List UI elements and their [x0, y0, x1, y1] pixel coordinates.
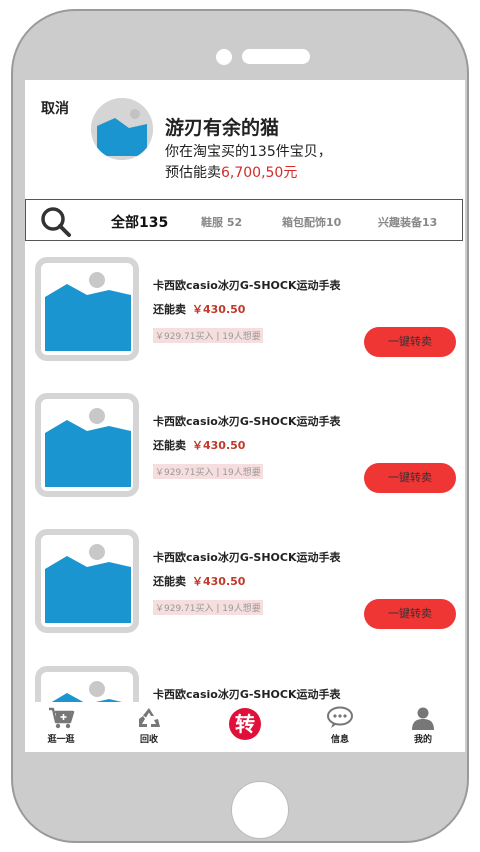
tab-all[interactable]: 全部135 [111, 212, 168, 232]
product-title: 卡西欧casio冰刃G-SHOCK运动手表 [153, 279, 341, 292]
resell-button[interactable]: 一键转卖 [364, 327, 456, 357]
product-title: 卡西欧casio冰刃G-SHOCK运动手表 [153, 551, 341, 564]
product-thumbnail [35, 257, 139, 361]
list-item: 卡西欧casio冰刃G-SHOCK运动手表 还能卖 ￥430.50 ￥929.71… [25, 257, 465, 367]
nav-item-recycle[interactable]: 回收 [119, 706, 179, 745]
image-placeholder-icon [41, 399, 133, 491]
list-item: 卡西欧casio冰刃G-SHOCK运动手表 还能卖 ￥430.50 ￥929.71… [25, 529, 465, 639]
price-value: ￥430.50 [192, 575, 246, 588]
image-placeholder-icon [41, 263, 133, 355]
tab-shoes-clothes[interactable]: 鞋服 52 [201, 214, 242, 230]
purchase-meta: ￥929.71买入 | 19人想要 [153, 464, 263, 479]
estimate-line: 预估能卖6,700,50元 [165, 162, 297, 182]
price-value: ￥430.50 [192, 439, 246, 452]
price-label: 还能卖 [153, 303, 186, 316]
resale-price: 还能卖 ￥430.50 [153, 573, 245, 589]
nav-label: 回收 [139, 735, 158, 745]
nav-item-messages[interactable]: 信息 [310, 706, 370, 745]
tab-bags-accessories[interactable]: 箱包配饰10 [282, 214, 341, 230]
cancel-button[interactable]: 取消 [41, 98, 69, 118]
nav-item-browse[interactable]: 逛一逛 [31, 706, 91, 745]
resell-button[interactable]: 一键转卖 [364, 599, 456, 629]
speaker-icon [242, 49, 310, 64]
price-label: 还能卖 [153, 575, 186, 588]
purchase-meta: ￥929.71买入 | 19人想要 [153, 328, 263, 343]
list-item: 卡西欧casio冰刃G-SHOCK运动手表 还能卖 ￥430.50 ￥929.71… [25, 393, 465, 503]
nav-label: 我的 [413, 735, 432, 745]
nav-label: 信息 [330, 735, 349, 745]
nav-item-transfer[interactable]: 转 [215, 708, 275, 740]
product-thumbnail [35, 393, 139, 497]
resell-button[interactable]: 一键转卖 [364, 463, 456, 493]
tab-hobby-gear[interactable]: 兴趣装备13 [378, 214, 437, 230]
purchase-meta: ￥929.71买入 | 19人想要 [153, 600, 263, 615]
product-title: 卡西欧casio冰刃G-SHOCK运动手表 [153, 415, 341, 428]
camera-icon [216, 49, 232, 65]
nav-label: 逛一逛 [47, 735, 75, 745]
search-icon[interactable] [40, 206, 72, 238]
shop-summary: 你在淘宝买的135件宝贝， [165, 144, 332, 160]
chat-icon [327, 706, 353, 728]
image-placeholder-icon [41, 535, 133, 627]
product-thumbnail [35, 529, 139, 633]
home-button[interactable] [231, 781, 289, 839]
price-label: 还能卖 [153, 439, 186, 452]
product-title: 卡西欧casio冰刃G-SHOCK运动手表 [153, 688, 341, 701]
bottom-nav: 逛一逛 回收 转 信息 我的 [25, 702, 465, 752]
user-icon [412, 707, 434, 730]
transfer-icon-label: 转 [235, 712, 255, 736]
price-value: ￥430.50 [192, 303, 246, 316]
app-screen: 取消 游刃有余的猫 你在淘宝买的135件宝贝， 预估能卖6,700,50元 全部… [25, 80, 465, 752]
recycle-icon [139, 708, 160, 727]
estimate-prefix: 预估能卖 [165, 165, 221, 181]
nav-item-profile[interactable]: 我的 [393, 706, 453, 745]
estimate-amount: 6,700,50元 [221, 165, 298, 181]
category-tabs: 全部135 鞋服 52 箱包配饰10 兴趣装备13 [25, 199, 463, 241]
image-placeholder-icon [91, 98, 153, 160]
shop-avatar [91, 98, 153, 160]
shop-name: 游刃有余的猫 [165, 117, 280, 139]
resale-price: 还能卖 ￥430.50 [153, 437, 245, 453]
resale-price: 还能卖 ￥430.50 [153, 301, 245, 317]
cart-icon [49, 707, 75, 729]
transfer-icon: 转 [229, 708, 261, 740]
